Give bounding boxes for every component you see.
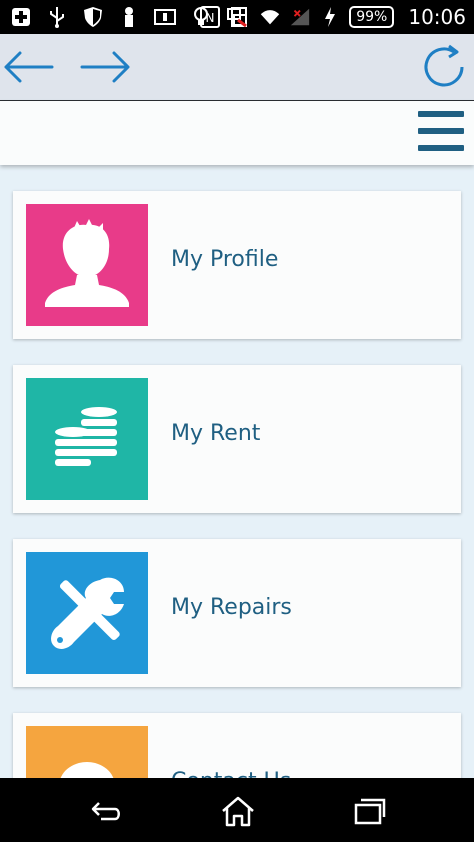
repairs-tile xyxy=(26,552,148,674)
app-header xyxy=(0,101,474,165)
card-my-rent[interactable]: My Rent xyxy=(13,365,461,513)
forward-button[interactable] xyxy=(78,44,134,90)
svg-text:N: N xyxy=(206,11,215,25)
card-my-profile[interactable]: My Profile xyxy=(13,191,461,339)
lock-icon xyxy=(118,6,140,28)
plus-icon xyxy=(10,6,32,28)
hamburger-icon[interactable] xyxy=(418,111,464,151)
system-nav-bar xyxy=(0,778,474,842)
card-my-repairs[interactable]: My Repairs xyxy=(13,539,461,687)
battery-indicator: 99% xyxy=(349,6,395,28)
nfc-icon: N xyxy=(199,6,221,28)
signal-off-icon xyxy=(229,6,251,28)
card-label: Contact Us xyxy=(171,769,291,778)
charging-icon xyxy=(319,6,341,28)
arrow-left-icon xyxy=(4,51,54,83)
shield-icon xyxy=(82,6,104,28)
wifi-icon xyxy=(259,6,281,28)
chat-icon xyxy=(60,762,114,778)
contact-tile xyxy=(26,726,148,778)
status-bar-right: N 99% 10:06 xyxy=(199,5,466,29)
hamburger-line xyxy=(418,145,464,151)
cell-signal-icon xyxy=(289,6,311,28)
reload-button[interactable] xyxy=(416,44,472,90)
card-contact-us[interactable]: Contact Us xyxy=(13,713,461,778)
person-icon xyxy=(45,219,129,307)
status-bar: N 99% 10:06 xyxy=(0,0,474,34)
home-icon[interactable] xyxy=(218,794,258,828)
coins-icon xyxy=(55,407,117,466)
card-label: My Profile xyxy=(171,247,279,272)
refresh-icon xyxy=(424,44,464,87)
usb-icon xyxy=(46,6,68,28)
back-button[interactable] xyxy=(0,44,56,90)
recents-icon[interactable] xyxy=(350,794,390,828)
tools-icon xyxy=(51,577,124,649)
card-label: My Rent xyxy=(171,421,261,446)
sim-icon xyxy=(154,6,176,28)
card-label: My Repairs xyxy=(171,595,292,620)
arrow-right-icon xyxy=(80,51,130,83)
dashboard-content: My Profile My Rent My Repairs xyxy=(0,170,474,778)
hamburger-line xyxy=(418,128,464,134)
rent-tile xyxy=(26,378,148,500)
clock: 10:06 xyxy=(408,5,466,29)
browser-toolbar xyxy=(0,34,474,102)
profile-tile xyxy=(26,204,148,326)
back-icon[interactable] xyxy=(86,794,126,828)
hamburger-line xyxy=(418,111,464,117)
